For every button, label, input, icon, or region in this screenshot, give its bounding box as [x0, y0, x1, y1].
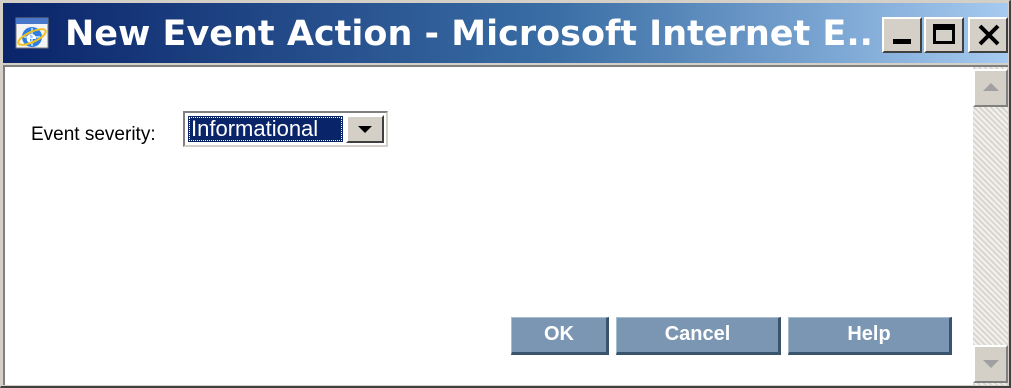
minimize-button[interactable] [882, 17, 922, 53]
window-title: New Event Action - Microsoft Internet E.… [65, 14, 875, 54]
maximize-button[interactable] [924, 17, 964, 53]
page-content-area: Event severity: Informational OK Cancel … [3, 65, 1008, 385]
event-severity-dropdown-button[interactable] [346, 115, 384, 143]
event-severity-select[interactable]: Informational [183, 111, 388, 147]
scroll-up-button[interactable] [973, 69, 1008, 107]
event-severity-selected-value[interactable]: Informational [188, 116, 343, 142]
event-action-form: Event severity: Informational OK Cancel … [5, 67, 971, 385]
arrow-down-icon [983, 360, 999, 368]
vertical-scrollbar[interactable] [973, 67, 1008, 385]
minimize-icon [893, 39, 911, 44]
maximize-icon [933, 24, 955, 44]
event-severity-label: Event severity: [31, 124, 156, 145]
cancel-button[interactable]: Cancel [616, 317, 781, 355]
title-bar[interactable]: e New Event Action - Microsoft Internet … [3, 3, 1008, 63]
browser-window: e New Event Action - Microsoft Internet … [0, 0, 1011, 388]
close-button[interactable] [968, 17, 1008, 53]
chevron-down-icon [358, 126, 372, 133]
close-icon [976, 22, 1002, 48]
internet-explorer-icon[interactable]: e [13, 15, 53, 53]
scroll-down-button[interactable] [973, 345, 1008, 383]
ok-button[interactable]: OK [511, 317, 609, 355]
arrow-up-icon [983, 83, 999, 91]
help-button[interactable]: Help [788, 317, 952, 355]
